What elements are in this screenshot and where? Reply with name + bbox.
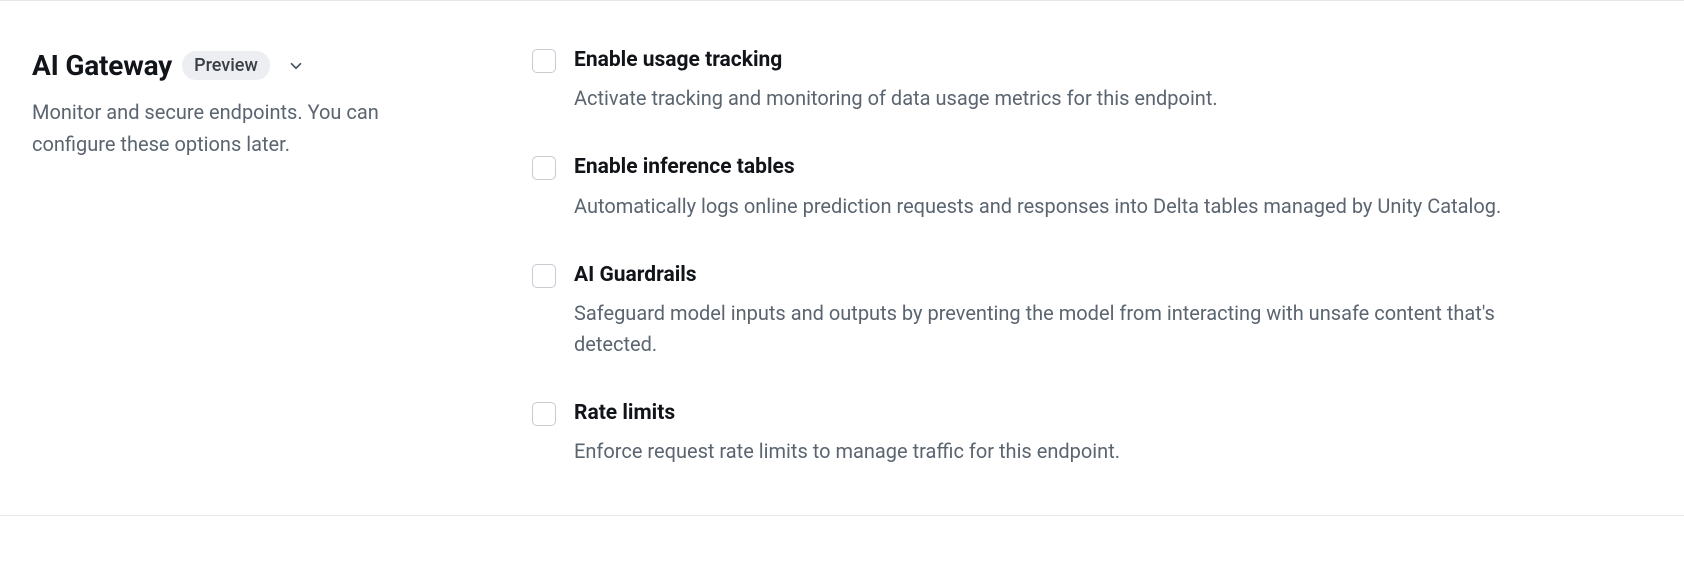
section-title: AI Gateway xyxy=(32,49,172,82)
preview-badge: Preview xyxy=(182,51,270,80)
chevron-down-icon[interactable] xyxy=(284,54,308,78)
option-description: Enforce request rate limits to manage tr… xyxy=(574,436,1552,467)
option-ai-guardrails: AI Guardrails Safeguard model inputs and… xyxy=(532,262,1552,360)
option-texts: AI Guardrails Safeguard model inputs and… xyxy=(574,262,1552,360)
section-header-col: AI Gateway Preview Monitor and secure en… xyxy=(32,41,492,467)
section-description: Monitor and secure endpoints. You can co… xyxy=(32,96,452,160)
option-rate-limits: Rate limits Enforce request rate limits … xyxy=(532,400,1552,467)
ai-guardrails-checkbox[interactable] xyxy=(532,264,556,288)
option-description: Safeguard model inputs and outputs by pr… xyxy=(574,298,1552,360)
option-description: Activate tracking and monitoring of data… xyxy=(574,83,1552,114)
options-col: Enable usage tracking Activate tracking … xyxy=(532,41,1552,467)
option-texts: Enable inference tables Automatically lo… xyxy=(574,154,1552,221)
option-title: AI Guardrails xyxy=(574,262,1552,288)
option-title: Enable usage tracking xyxy=(574,47,1552,73)
inference-tables-checkbox[interactable] xyxy=(532,156,556,180)
section-header-row: AI Gateway Preview xyxy=(32,49,492,82)
option-texts: Enable usage tracking Activate tracking … xyxy=(574,47,1552,114)
option-texts: Rate limits Enforce request rate limits … xyxy=(574,400,1552,467)
rate-limits-checkbox[interactable] xyxy=(532,402,556,426)
option-title: Rate limits xyxy=(574,400,1552,426)
option-description: Automatically logs online prediction req… xyxy=(574,191,1552,222)
ai-gateway-section: AI Gateway Preview Monitor and secure en… xyxy=(0,0,1684,516)
option-inference-tables: Enable inference tables Automatically lo… xyxy=(532,154,1552,221)
option-title: Enable inference tables xyxy=(574,154,1552,180)
option-usage-tracking: Enable usage tracking Activate tracking … xyxy=(532,47,1552,114)
usage-tracking-checkbox[interactable] xyxy=(532,49,556,73)
